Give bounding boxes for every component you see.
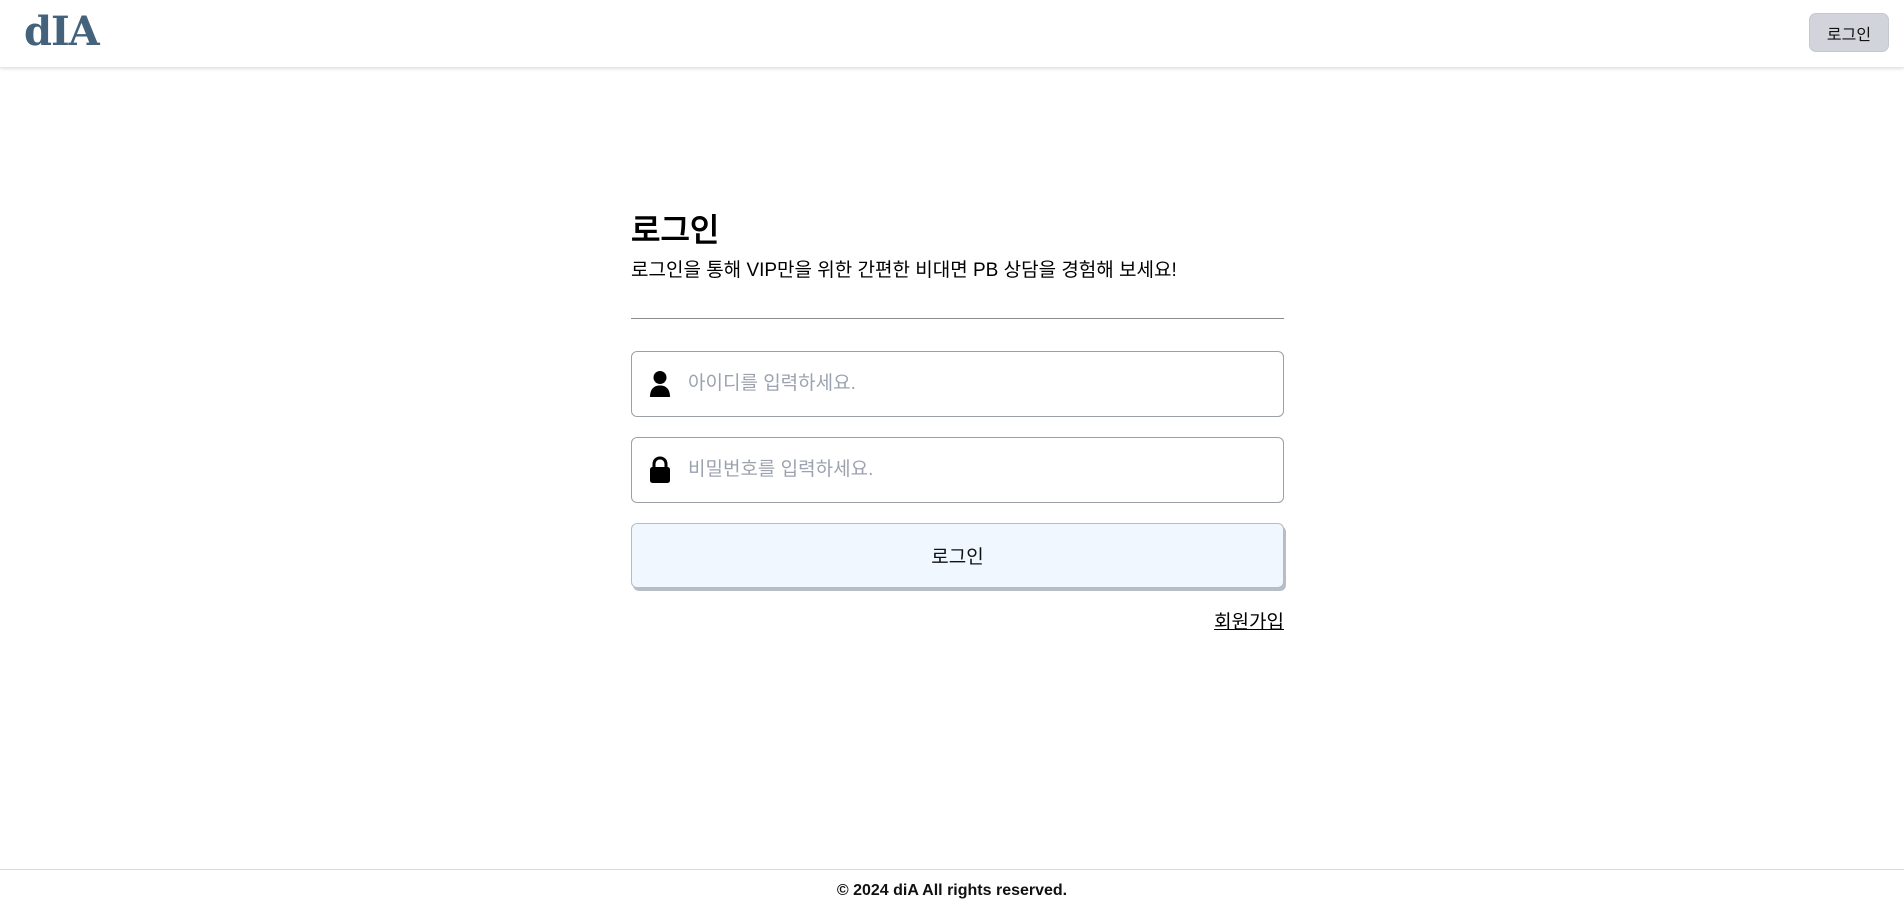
header-login-button[interactable]: 로그인 (1809, 13, 1889, 52)
brand-logo[interactable]: dIA (24, 10, 100, 54)
lock-icon (648, 455, 672, 485)
top-header: dIA 로그인 (0, 0, 1904, 68)
user-icon (648, 369, 672, 399)
login-button[interactable]: 로그인 (631, 523, 1284, 588)
id-field[interactable] (631, 351, 1284, 417)
divider (631, 318, 1284, 319)
page-title: 로그인 (631, 212, 720, 248)
id-input[interactable] (686, 352, 1283, 416)
footer-copyright: © 2024 diA All rights reserved. (836, 882, 1068, 899)
password-input[interactable] (686, 438, 1283, 502)
signup-link[interactable]: 회원가입 (1214, 612, 1284, 633)
password-field[interactable] (631, 437, 1284, 503)
login-panel: 로그인 로그인을 통해 VIP만을 위한 간편한 비대면 PB 상담을 경험해 … (631, 208, 1284, 634)
page-subtitle: 로그인을 통해 VIP만을 위한 간편한 비대면 PB 상담을 경험해 보세요! (631, 260, 1177, 281)
signup-row: 회원가입 (631, 607, 1284, 634)
footer: © 2024 diA All rights reserved. (0, 869, 1904, 912)
